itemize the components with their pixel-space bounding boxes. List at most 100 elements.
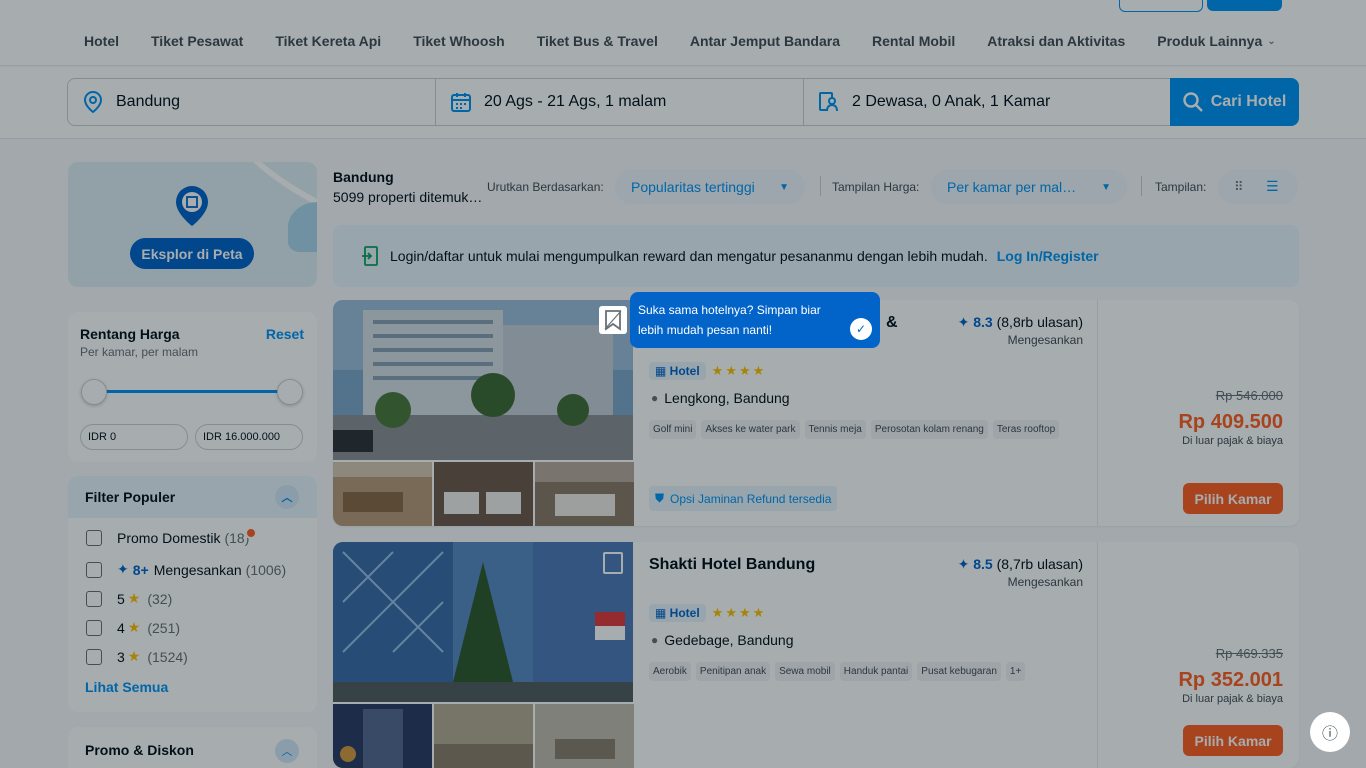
promo-filter-card: Promo & Diskon ︿ <box>68 727 317 768</box>
hotel-thumbnail[interactable] <box>333 462 432 526</box>
checkbox[interactable] <box>86 590 102 607</box>
nav-item-train[interactable]: Tiket Kereta Api <box>275 33 381 49</box>
list-view-icon[interactable]: ☰ <box>1266 178 1279 195</box>
search-hotel-button[interactable]: Cari Hotel <box>1170 78 1299 126</box>
hotel-type-badge: ▦ Hotel <box>649 604 706 622</box>
grid-view-icon[interactable]: ⠿ <box>1234 179 1244 195</box>
hotel-main-photo[interactable] <box>333 300 633 460</box>
filter-count: (1524) <box>147 648 188 665</box>
select-room-button[interactable]: Pilih Kamar <box>1183 725 1283 756</box>
filter-label: 5 <box>117 590 125 607</box>
nav-item-flight[interactable]: Tiket Pesawat <box>151 33 243 49</box>
popular-filter-header[interactable]: Filter Populer ︿ <box>68 476 317 518</box>
hotel-pin-icon <box>176 186 208 226</box>
nav-item-car-rental[interactable]: Rental Mobil <box>872 33 955 49</box>
hotel-thumbnail[interactable] <box>535 704 634 768</box>
filter-3-stars[interactable]: 3 ★ (1524) <box>86 648 188 665</box>
hotel-type: Hotel <box>669 364 700 378</box>
guests-field[interactable]: 2 Dewasa, 0 Anak, 1 Kamar <box>803 78 1171 126</box>
sort-dropdown[interactable]: Popularitas tertinggi ▼ <box>615 170 805 204</box>
nav-item-whoosh[interactable]: Tiket Whoosh <box>413 33 505 49</box>
hotel-rating: ✦ 8.3 (8,8rb ulasan) Mengesankan <box>958 314 1083 347</box>
see-all-filters-link[interactable]: Lihat Semua <box>85 679 168 695</box>
hotel-name[interactable]: Shakti Hotel Bandung <box>649 556 815 574</box>
bookmark-icon[interactable] <box>603 552 623 574</box>
min-price-input[interactable]: IDR 0 <box>80 424 188 450</box>
max-price-input[interactable]: IDR 16.000.000 <box>195 424 303 450</box>
discounted-price: Rp 409.500 <box>1178 411 1283 433</box>
location-value: Bandung <box>116 93 181 110</box>
nav-label: Tiket Pesawat <box>151 33 244 49</box>
view-label: Tampilan: <box>1155 180 1207 194</box>
refund-text: Opsi Jaminan Refund tersedia <box>670 491 832 506</box>
tax-note: Di luar pajak & biaya <box>1182 435 1283 447</box>
date-field[interactable]: 20 Ags - 21 Ags, 1 malam <box>435 78 804 126</box>
amenities: Golf mini Akses ke water park Tennis mej… <box>649 420 1060 439</box>
hotel-thumbnail[interactable] <box>535 462 634 526</box>
refund-badge: ⛊ Opsi Jaminan Refund tersedia <box>649 486 838 511</box>
location-field[interactable]: Bandung <box>67 78 436 126</box>
hotel-name[interactable]: & <box>886 314 898 332</box>
hotel-type-row: ▦ Hotel ★★★★ <box>649 362 766 380</box>
search-button-label: Cari Hotel <box>1210 93 1287 110</box>
price-slider-max-handle[interactable] <box>277 379 303 405</box>
nav-item-activities[interactable]: Atraksi dan Aktivitas <box>987 33 1125 49</box>
hotel-main-photo[interactable] <box>333 542 633 702</box>
promo-indicator-dot <box>245 527 257 539</box>
star-icon: ★ <box>127 648 141 664</box>
hotel-type-badge: ▦ Hotel <box>649 362 706 380</box>
register-button[interactable] <box>1207 0 1282 11</box>
divider <box>820 176 821 196</box>
guests-value: 2 Dewasa, 0 Anak, 1 Kamar <box>852 93 1051 110</box>
price-range-filter: Rentang Harga Per kamar, per malam Reset… <box>68 312 317 462</box>
feedback-icon[interactable]: ⓘ <box>1310 712 1350 752</box>
price-slider-min-handle[interactable] <box>81 379 107 405</box>
save-hotel-tooltip: Suka sama hotelnya? Simpan biar lebih mu… <box>630 292 880 348</box>
hotel-thumbnail[interactable] <box>333 704 432 768</box>
checkbox[interactable] <box>86 619 102 636</box>
login-icon <box>362 246 378 266</box>
login-button[interactable] <box>1119 0 1203 12</box>
filter-promo-domestik[interactable]: Promo Domestik (18) <box>86 530 249 546</box>
checkbox[interactable] <box>86 530 102 546</box>
location-pin-icon <box>82 91 104 113</box>
divider <box>1141 176 1142 196</box>
hotel-thumbnail[interactable] <box>434 462 533 526</box>
promo-filter-title: Promo & Diskon <box>85 742 194 758</box>
price-slider-track[interactable] <box>94 390 290 393</box>
bookmark-icon[interactable] <box>599 306 627 334</box>
nav-label: Tiket Bus & Travel <box>536 33 658 49</box>
check-icon[interactable]: ✓ <box>850 318 872 340</box>
price-view-dropdown[interactable]: Per kamar per malam ▼ <box>931 170 1127 204</box>
select-room-label: Pilih Kamar <box>1194 732 1272 749</box>
chevron-up-icon[interactable]: ︿ <box>275 739 299 763</box>
amenity-tag: Pusat kebugaran <box>917 662 1001 681</box>
nav-item-more-products[interactable]: Produk Lainnya ⌄ <box>1157 33 1275 49</box>
hotel-thumbnail[interactable] <box>434 704 533 768</box>
login-register-link[interactable]: Log In/Register <box>997 248 1099 264</box>
select-room-button[interactable]: Pilih Kamar <box>1183 483 1283 514</box>
chevron-down-icon: ▼ <box>1101 181 1111 193</box>
filter-count: (32) <box>147 590 173 607</box>
chevron-down-icon: ⌄ <box>1267 35 1276 47</box>
hotel-card[interactable]: Shakti Hotel Bandung ✦ 8.5 (8,7rb ulasan… <box>333 542 1299 768</box>
checkbox[interactable] <box>86 561 102 578</box>
filter-mengesankan[interactable]: ✦ 8+ Mengesankan (1006) <box>86 561 286 578</box>
review-count: (8,7rb ulasan) <box>996 556 1083 572</box>
price-view-label: Tampilan Harga: <box>832 180 920 194</box>
filter-5-stars[interactable]: 5 ★ (32) <box>86 590 172 607</box>
map-water <box>288 202 317 252</box>
chevron-up-icon[interactable]: ︿ <box>275 485 299 509</box>
nav-item-hotel[interactable]: Hotel <box>84 33 119 49</box>
explore-map-label: Eksplor di Peta <box>141 245 243 262</box>
calendar-icon <box>450 91 472 113</box>
filter-4-stars[interactable]: 4 ★ (251) <box>86 619 180 636</box>
nav-item-airport-transfer[interactable]: Antar Jemput Bandara <box>690 33 840 49</box>
explore-map-button[interactable]: Eksplor di Peta <box>130 238 254 269</box>
discounted-price: Rp 352.001 <box>1178 669 1283 691</box>
top-header: Hotel Tiket Pesawat Tiket Kereta Api Tik… <box>0 0 1366 66</box>
nav-item-bus[interactable]: Tiket Bus & Travel <box>537 33 658 49</box>
price-reset-link[interactable]: Reset <box>266 326 304 342</box>
checkbox[interactable] <box>86 648 102 665</box>
original-price: Rp 469.335 <box>1215 646 1283 661</box>
